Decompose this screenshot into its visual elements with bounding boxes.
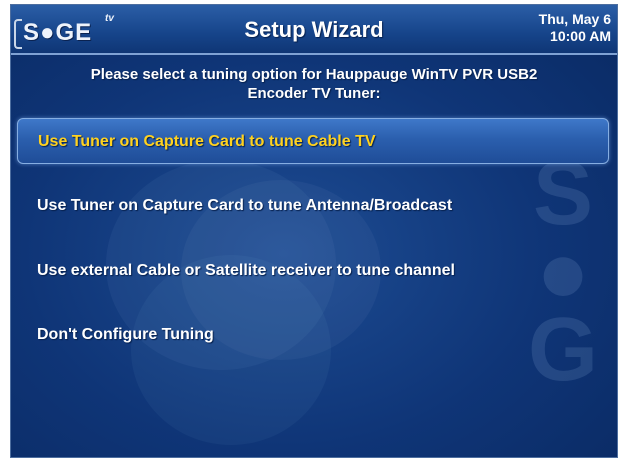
- option-antenna-broadcast[interactable]: Use Tuner on Capture Card to tune Antenn…: [17, 183, 609, 229]
- clock: Thu, May 6 10:00 AM: [539, 11, 611, 45]
- page-title: Setup Wizard: [244, 17, 384, 42]
- prompt-line-2: Encoder TV Tuner:: [247, 85, 381, 102]
- option-external-receiver[interactable]: Use external Cable or Satellite receiver…: [17, 248, 609, 294]
- clock-time: 10:00 AM: [550, 28, 611, 44]
- prompt-line-1: Please select a tuning option for Hauppa…: [90, 66, 538, 83]
- clock-date: Thu, May 6: [538, 11, 611, 27]
- tuning-prompt: Please select a tuning option for Hauppa…: [17, 65, 611, 103]
- header-bar: S●GE tv Setup Wizard Thu, May 6 10:00 AM: [11, 5, 617, 55]
- option-dont-configure[interactable]: Don't Configure Tuning: [17, 312, 609, 358]
- setup-wizard-screen: S ● G S●GE tv Setup Wizard Thu, May 6 10:0…: [10, 4, 618, 458]
- option-cable-tv[interactable]: Use Tuner on Capture Card to tune Cable …: [17, 118, 609, 164]
